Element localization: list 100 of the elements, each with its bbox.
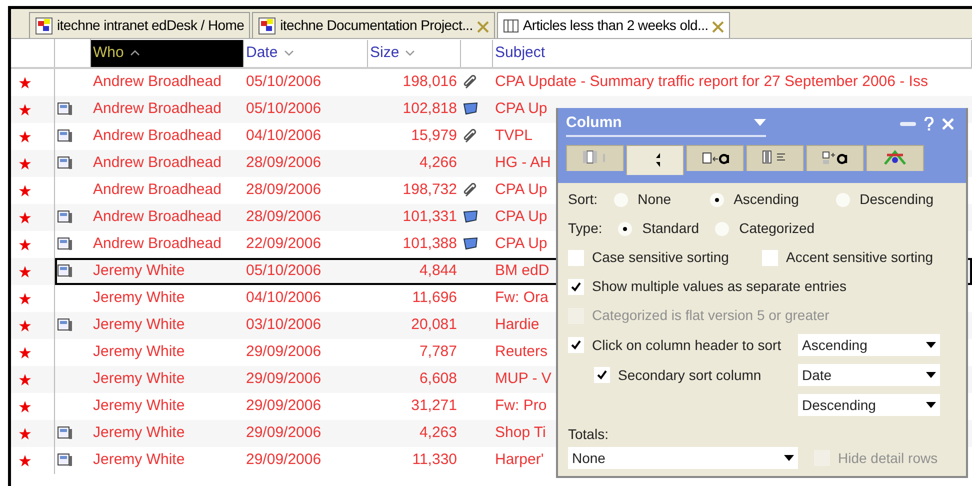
radio-button[interactable] — [715, 222, 730, 236]
sender-cell-text: Jeremy White — [92, 396, 186, 416]
size-cell-text: 15,979 — [410, 126, 458, 146]
checkbox-label: Secondary sort column — [618, 366, 762, 385]
subject-cell-text: CPA Up — [494, 180, 548, 200]
checkbox-label: Hide detail rows — [838, 448, 938, 468]
radio-button[interactable] — [618, 222, 632, 236]
option-label: Categorized — [739, 219, 815, 238]
column-header[interactable]: Size — [368, 40, 461, 66]
help-icon[interactable] — [924, 116, 934, 131]
dropdown-icon — [754, 119, 766, 128]
column-header[interactable]: Who — [91, 40, 244, 66]
window-icon — [35, 16, 53, 34]
size-cell-text: 4,844 — [418, 261, 458, 282]
sender-cell-text: Andrew Broadhead — [92, 180, 222, 200]
checkbox-label: Show multiple values as separate entries — [592, 277, 846, 296]
date-cell-text: 29/09/2006 — [245, 423, 322, 444]
dialog-tab[interactable] — [746, 144, 804, 170]
checkbox[interactable] — [762, 250, 778, 266]
checkbox-label: Categorized is flat version 5 or greater — [592, 306, 830, 325]
field-label: Type: — [568, 219, 602, 238]
option-label: Ascending — [734, 190, 799, 209]
radio-button[interactable] — [710, 192, 724, 206]
field-label: Sort: — [568, 190, 598, 209]
dropdown-icon — [926, 402, 936, 408]
checkbox-label: Case sensitive sorting — [592, 248, 729, 267]
column-header[interactable]: Date — [244, 40, 368, 66]
dialog-tab[interactable] — [806, 144, 864, 170]
date-cell-text: 28/09/2006 — [245, 207, 322, 228]
close-icon[interactable] — [712, 20, 724, 33]
option-label: Standard — [642, 219, 700, 238]
sort-order-select[interactable]: Descending — [798, 394, 940, 416]
checkbox-label: Click on column header to sort — [592, 336, 782, 354]
sort-column-select[interactable]: Date — [798, 364, 940, 386]
sender-cell-text: Andrew Broadhead — [92, 99, 222, 120]
checkbox[interactable] — [568, 278, 584, 294]
date-cell-text: 29/09/2006 — [245, 369, 322, 390]
window-tab[interactable]: itechne Documentation Project... — [252, 12, 495, 38]
subject-cell-text: Harper' — [494, 450, 544, 470]
select-value: Date — [802, 366, 832, 384]
dialog-tab[interactable] — [686, 144, 744, 170]
checkbox[interactable] — [568, 250, 584, 266]
close-icon[interactable] — [476, 20, 489, 33]
subject-cell-text: CPA Up — [494, 234, 548, 254]
date-cell-text: 04/10/2006 — [245, 126, 322, 146]
title-text: Column — [566, 113, 622, 133]
sender-cell-text: Andrew Broadhead — [92, 234, 222, 254]
select-value: Ascending — [802, 336, 868, 355]
window-tab[interactable]: Articles less than 2 weeks old... — [496, 12, 730, 38]
subject-cell-text: CPA Up — [494, 207, 548, 228]
entry-font-icon — [821, 149, 849, 167]
size-cell-text: 101,388 — [402, 234, 458, 254]
sender-cell-text: Jeremy White — [92, 369, 186, 390]
subject-cell-text: Reuters — [494, 342, 548, 362]
sender-cell-text: Andrew Broadhead — [92, 126, 222, 146]
subject-cell-text: Fw: Ora — [494, 288, 548, 308]
subject-cell-text: Shop Ti — [494, 423, 546, 444]
size-cell-text: 20,081 — [410, 315, 458, 336]
select-value: None — [572, 448, 606, 468]
column-header[interactable]: Subject — [493, 40, 972, 66]
colors-icon — [881, 149, 909, 167]
dropdown-icon — [784, 455, 794, 461]
window-tab[interactable]: itechne intranet edDesk / Home — [29, 12, 250, 38]
sort-icon — [405, 49, 416, 57]
totals-select[interactable]: None — [568, 447, 798, 469]
size-cell-text: 6,608 — [418, 369, 458, 390]
sort-order-select[interactable]: Ascending — [798, 334, 940, 356]
sender-cell-text: Jeremy White — [92, 423, 186, 444]
size-cell-text: 4,266 — [418, 153, 458, 174]
subject-cell-text: TVPL — [494, 126, 533, 146]
subject-cell-text: HG - AH — [494, 153, 551, 174]
size-cell-text: 31,271 — [410, 396, 458, 416]
option-label: Descending — [860, 190, 934, 209]
size-cell-text: 7,787 — [418, 342, 458, 362]
checkbox[interactable] — [568, 337, 584, 353]
dropdown-icon — [926, 372, 936, 378]
checkbox[interactable] — [594, 367, 610, 383]
subject-cell-text: CPA Up — [494, 99, 548, 120]
date-cell-text: 04/10/2006 — [245, 288, 322, 308]
size-cell-text: 101,331 — [402, 207, 458, 228]
radio-button[interactable] — [614, 192, 628, 206]
sender-cell-text: Jeremy White — [92, 450, 186, 470]
size-cell-text: 11,330 — [411, 450, 458, 470]
date-cell-text: 29/09/2006 — [245, 396, 322, 416]
window-icon — [258, 16, 276, 34]
date-cell-text: 22/09/2006 — [245, 234, 322, 254]
date-cell-text: 05/10/2006 — [245, 99, 322, 120]
date-cell-text: 05/10/2006 — [245, 72, 322, 92]
sender-cell-text: Andrew Broadhead — [92, 153, 222, 174]
date-cell-text: 29/09/2006 — [245, 342, 322, 362]
subject-cell-text: BM edD — [494, 261, 550, 282]
date-cell-text: 29/09/2006 — [245, 450, 322, 470]
field-label: Totals: — [568, 425, 610, 444]
select-value: Descending — [802, 396, 876, 415]
columns-icon — [502, 18, 519, 34]
sort-icon — [130, 49, 140, 57]
sender-cell-text: Andrew Broadhead — [92, 207, 222, 228]
minimize-icon[interactable] — [900, 122, 916, 126]
sender-cell-text: Jeremy White — [92, 288, 186, 308]
radio-button[interactable] — [836, 192, 850, 206]
